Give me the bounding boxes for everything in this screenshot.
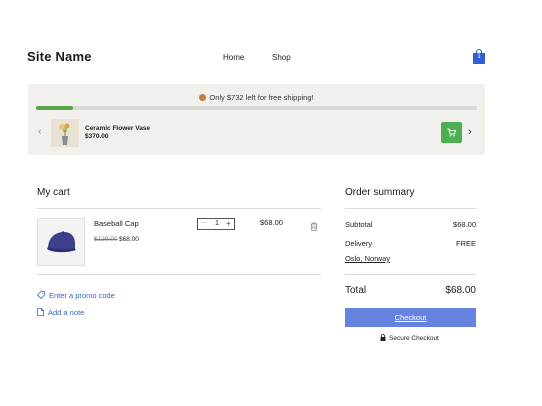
delivery-value: FREE <box>455 239 476 248</box>
order-summary-title: Order summary <box>345 187 415 198</box>
cart-title: My cart <box>37 187 70 198</box>
quantity-stepper[interactable]: − 1 + <box>197 218 235 230</box>
add-note-label[interactable]: Add a note <box>48 308 84 317</box>
subtotal-label: Subtotal <box>345 220 373 229</box>
total-label: Total <box>345 285 367 296</box>
promo-code-link[interactable]: Enter a promo code <box>36 291 115 300</box>
add-note-link[interactable]: Add a note <box>37 308 84 317</box>
divider <box>37 274 321 275</box>
free-shipping-panel: Only $732 left for free shipping! ‹ Cera… <box>28 84 485 155</box>
coin-icon <box>199 94 207 101</box>
upsell-product-image[interactable] <box>51 119 79 147</box>
shipping-progress-bar <box>36 106 477 110</box>
cart-icon <box>447 128 456 137</box>
total-value: $68.00 <box>445 285 476 296</box>
quantity-decrease-button[interactable]: − <box>202 220 206 227</box>
divider <box>345 274 476 275</box>
quantity-value[interactable]: 1 <box>211 220 223 227</box>
cart-item-line-total: $68.00 <box>260 218 283 227</box>
divider <box>37 208 321 209</box>
tag-icon <box>36 291 45 300</box>
cart-item-sale-price: $68.00 <box>119 236 139 243</box>
promo-code-label[interactable]: Enter a promo code <box>49 291 115 300</box>
quantity-increase-button[interactable]: + <box>226 219 231 228</box>
site-name[interactable]: Site Name <box>27 49 92 64</box>
nav-home-link[interactable]: Home <box>223 53 244 62</box>
bag-count-badge: 1 <box>477 54 481 60</box>
cart-bag-button[interactable]: 1 <box>473 49 485 64</box>
upsell-product-price: $370.00 <box>85 133 109 140</box>
trash-icon <box>310 222 318 231</box>
checkout-button[interactable]: Checkout <box>345 308 476 327</box>
secure-checkout-note: Secure Checkout <box>380 334 439 342</box>
free-shipping-message-row: Only $732 left for free shipping! <box>28 93 485 102</box>
cart-item-original-price: $129.00 <box>94 236 118 243</box>
note-icon <box>37 308 44 316</box>
remove-item-button[interactable] <box>310 218 318 236</box>
cart-item-image[interactable] <box>37 218 85 266</box>
free-shipping-message: Only $732 left for free shipping! <box>209 93 314 102</box>
secure-checkout-label: Secure Checkout <box>389 335 439 342</box>
subtotal-value: $68.00 <box>453 220 476 229</box>
delivery-label: Delivery <box>345 239 373 248</box>
nav-shop-link[interactable]: Shop <box>272 53 291 62</box>
chevron-left-icon[interactable]: ‹ <box>38 126 42 138</box>
chevron-right-icon[interactable]: › <box>468 126 472 138</box>
shipping-progress-fill <box>36 106 74 110</box>
lock-icon <box>380 334 386 341</box>
add-to-cart-button[interactable] <box>441 122 462 143</box>
upsell-product-name[interactable]: Ceramic Flower Vase <box>85 125 150 132</box>
cart-item-name[interactable]: Baseball Cap <box>94 219 139 228</box>
divider <box>345 208 476 209</box>
delivery-location-link[interactable]: Oslo, Norway <box>345 254 390 263</box>
